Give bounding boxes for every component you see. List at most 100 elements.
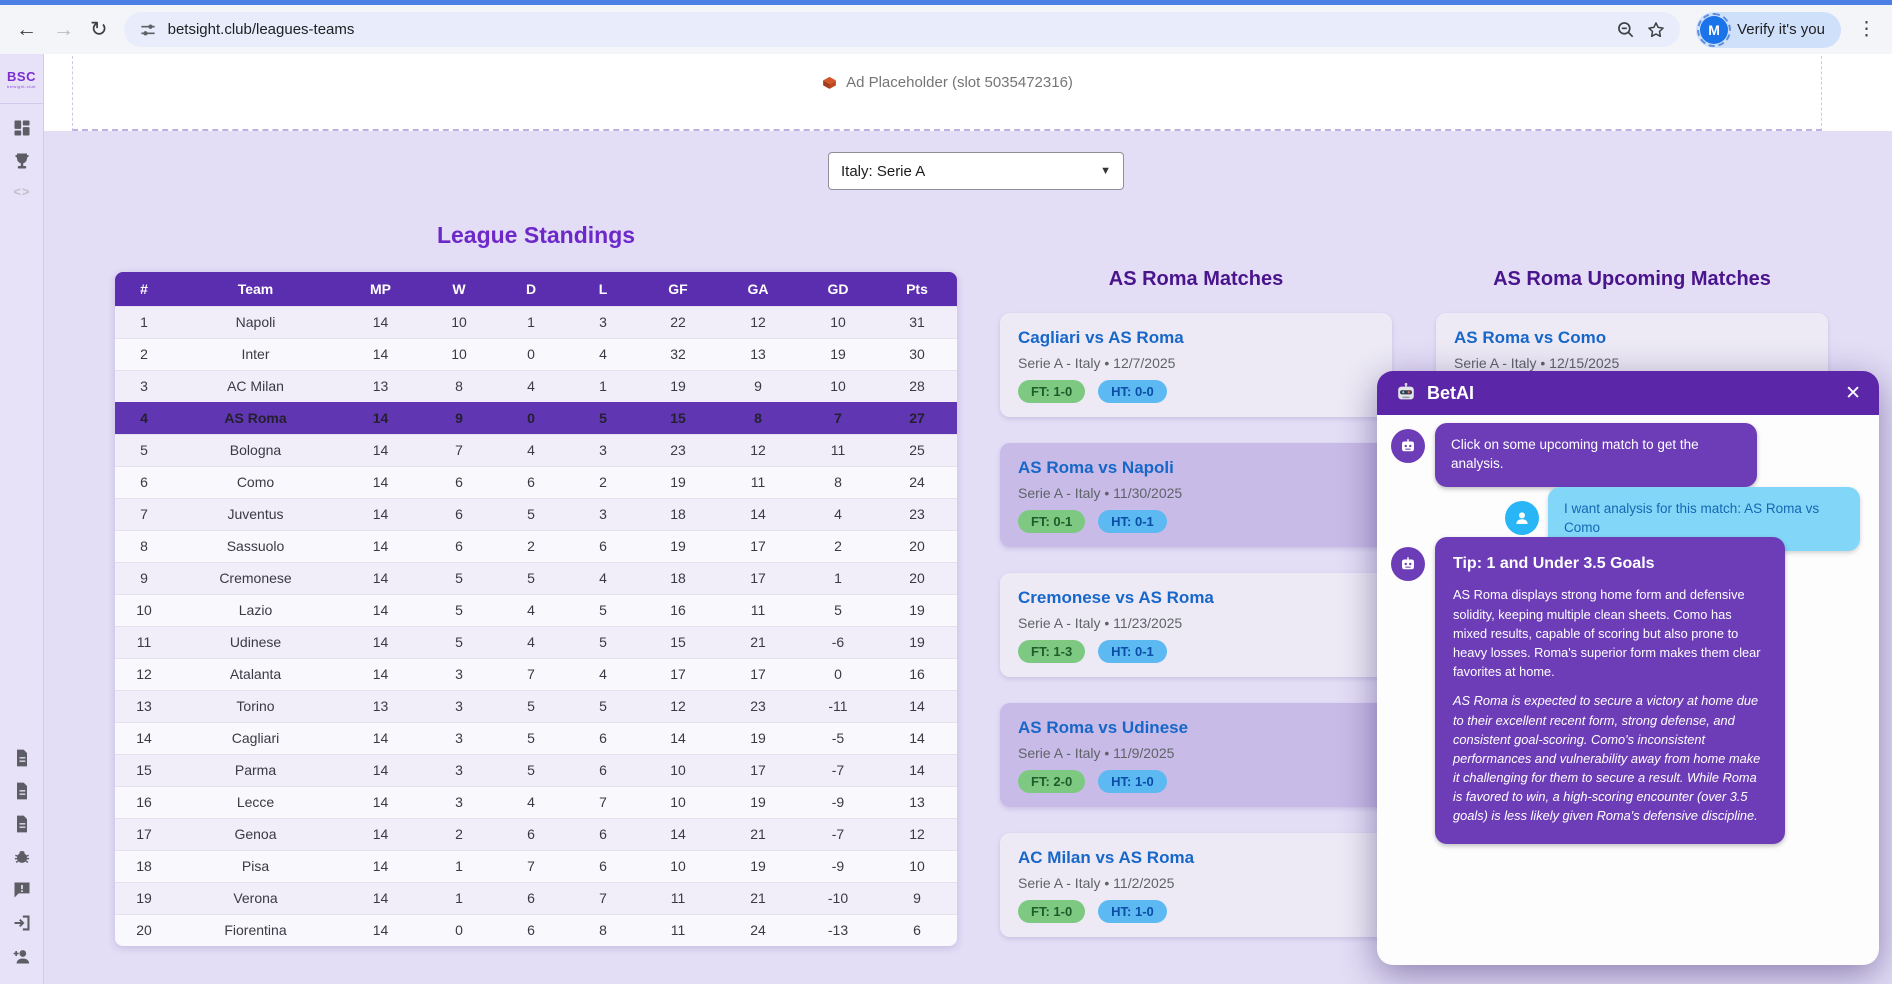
table-cell: 5 [567, 402, 639, 434]
bookmark-star-icon[interactable] [1646, 20, 1666, 40]
table-cell: 8 [799, 466, 877, 498]
match-card[interactable]: AC Milan vs AS RomaSerie A - Italy • 11/… [1000, 833, 1392, 937]
match-meta: Serie A - Italy • 12/15/2025 [1454, 355, 1810, 371]
table-cell: 8 [423, 370, 495, 402]
table-row[interactable]: 8Sassuolo146261917220 [115, 530, 957, 562]
table-cell: 5 [495, 754, 567, 786]
document-icon[interactable] [12, 781, 32, 801]
table-cell: 5 [495, 498, 567, 530]
analysis-message: Tip: 1 and Under 3.5 Goals AS Roma displ… [1435, 537, 1785, 844]
table-cell: 5 [567, 594, 639, 626]
table-cell: 17 [115, 818, 173, 850]
forward-icon[interactable]: → [53, 19, 74, 40]
table-row[interactable]: 19Verona141671121-109 [115, 882, 957, 914]
table-cell: 11 [799, 434, 877, 466]
sidebar: BSC betsight.club < > [0, 54, 44, 984]
verify-label: Verify it's you [1737, 21, 1825, 38]
table-cell: 14 [338, 530, 423, 562]
table-row[interactable]: 1Napoli14101322121031 [115, 306, 957, 338]
table-cell: 21 [717, 818, 799, 850]
table-cell: 10 [115, 594, 173, 626]
column-header: L [567, 272, 639, 306]
close-icon[interactable]: ✕ [1845, 382, 1861, 405]
table-cell: Pisa [173, 850, 338, 882]
table-row[interactable]: 20Fiorentina140681124-136 [115, 914, 957, 946]
match-card[interactable]: AS Roma vs NapoliSerie A - Italy • 11/30… [1000, 443, 1392, 547]
league-select[interactable]: Italy: Serie A ▼ [828, 152, 1124, 190]
table-row[interactable]: 14Cagliari143561419-514 [115, 722, 957, 754]
table-cell: Genoa [173, 818, 338, 850]
match-card[interactable]: AS Roma vs UdineseSerie A - Italy • 11/9… [1000, 703, 1392, 807]
table-cell: 1 [567, 370, 639, 402]
dashboard-icon[interactable] [12, 118, 32, 138]
table-row[interactable]: 15Parma143561017-714 [115, 754, 957, 786]
ad-band: Ad Placeholder (slot 5035472316) [44, 54, 1892, 131]
ad-placeholder: Ad Placeholder (slot 5035472316) [72, 56, 1822, 131]
table-row[interactable]: 6Como146621911824 [115, 466, 957, 498]
reload-icon[interactable]: ↻ [90, 19, 108, 40]
zoom-out-icon[interactable] [1616, 20, 1636, 40]
trophy-icon[interactable] [12, 151, 32, 171]
bot-message: Click on some upcoming match to get the … [1435, 423, 1757, 487]
table-cell: 19 [799, 338, 877, 370]
score-badges: FT: 1-0HT: 1-0 [1018, 900, 1374, 923]
table-cell: 5 [495, 722, 567, 754]
table-cell: 10 [799, 306, 877, 338]
table-cell: AC Milan [173, 370, 338, 402]
table-cell: -9 [799, 850, 877, 882]
browser-menu-icon[interactable]: ⋮ [1857, 18, 1876, 41]
table-cell: 15 [639, 402, 717, 434]
signin-icon[interactable] [12, 913, 32, 933]
table-cell: Inter [173, 338, 338, 370]
table-cell: 31 [877, 306, 957, 338]
table-row[interactable]: 4AS Roma14905158727 [115, 402, 957, 434]
table-row[interactable]: 11Udinese145451521-619 [115, 626, 957, 658]
table-cell: 11 [717, 466, 799, 498]
table-row[interactable]: 10Lazio145451611519 [115, 594, 957, 626]
code-icon[interactable]: < > [13, 184, 29, 199]
brick-icon [821, 74, 838, 91]
table-row[interactable]: 16Lecce143471019-913 [115, 786, 957, 818]
match-card[interactable]: Cagliari vs AS RomaSerie A - Italy • 12/… [1000, 313, 1392, 417]
table-row[interactable]: 7Juventus146531814423 [115, 498, 957, 530]
column-header: W [423, 272, 495, 306]
table-cell: 12 [115, 658, 173, 690]
match-title: AC Milan vs AS Roma [1018, 848, 1374, 868]
table-row[interactable]: 18Pisa141761019-910 [115, 850, 957, 882]
table-row[interactable]: 9Cremonese145541817120 [115, 562, 957, 594]
app-logo[interactable]: BSC betsight.club [7, 70, 36, 89]
table-row[interactable]: 5Bologna1474323121125 [115, 434, 957, 466]
back-icon[interactable]: ← [16, 19, 37, 40]
table-cell: 13 [338, 370, 423, 402]
table-row[interactable]: 2Inter14100432131930 [115, 338, 957, 370]
table-row[interactable]: 12Atalanta143741717016 [115, 658, 957, 690]
table-cell: 4 [567, 658, 639, 690]
table-cell: 7 [423, 434, 495, 466]
site-settings-icon[interactable] [138, 20, 158, 40]
table-row[interactable]: 3AC Milan138411991028 [115, 370, 957, 402]
table-cell: -10 [799, 882, 877, 914]
user-avatar [1505, 501, 1539, 535]
document-icon[interactable] [12, 814, 32, 834]
tip-paragraph-2: AS Roma is expected to secure a victory … [1453, 691, 1767, 825]
table-row[interactable]: 13Torino133551223-1114 [115, 690, 957, 722]
match-card[interactable]: Cremonese vs AS RomaSerie A - Italy • 11… [1000, 573, 1392, 677]
verify-profile-button[interactable]: M Verify it's you [1696, 12, 1841, 48]
table-cell: 6 [495, 882, 567, 914]
table-cell: 17 [717, 562, 799, 594]
bug-icon[interactable] [12, 847, 32, 867]
match-meta: Serie A - Italy • 11/23/2025 [1018, 615, 1374, 631]
table-row[interactable]: 17Genoa142661421-712 [115, 818, 957, 850]
document-icon[interactable] [12, 748, 32, 768]
table-cell: 5 [423, 562, 495, 594]
table-cell: Bologna [173, 434, 338, 466]
address-bar[interactable]: betsight.club/leagues-teams [124, 12, 1680, 47]
add-user-icon[interactable] [12, 946, 32, 966]
url-text[interactable]: betsight.club/leagues-teams [168, 21, 1606, 38]
table-cell: 5 [495, 562, 567, 594]
table-cell: 1 [799, 562, 877, 594]
table-cell: 6 [495, 466, 567, 498]
table-cell: 4 [495, 434, 567, 466]
column-header: Team [173, 272, 338, 306]
feedback-icon[interactable] [12, 880, 32, 900]
